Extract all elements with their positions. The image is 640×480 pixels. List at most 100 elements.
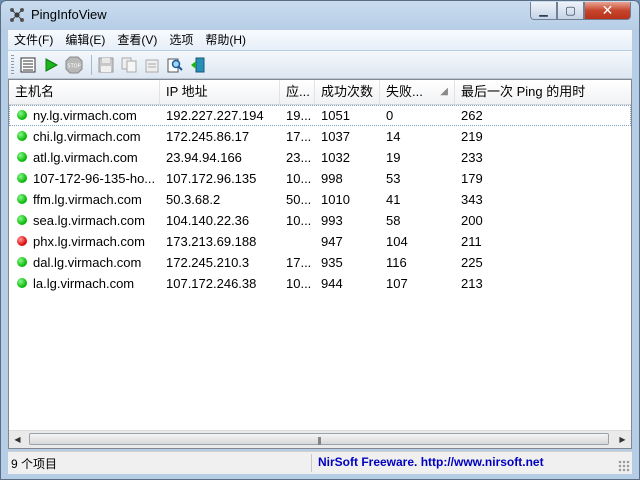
hostname-cell: sea.lg.virmach.com: [33, 213, 145, 228]
ip-cell: 107.172.246.38: [166, 276, 257, 291]
failed-cell: 41: [386, 192, 401, 207]
success-cell: 947: [321, 234, 343, 249]
menu-file[interactable]: 文件(F): [8, 30, 59, 50]
column-header-failed-label: 失败...: [386, 84, 423, 99]
resize-grip-icon[interactable]: [618, 460, 630, 472]
status-bar: 9 个项目 NirSoft Freeware. http://www.nirso…: [8, 451, 632, 474]
menu-bar: 文件(F) 编辑(E) 查看(V) 选项 帮助(H): [8, 30, 632, 50]
app-icon: [10, 8, 24, 22]
success-cell: 1037: [321, 129, 350, 144]
column-header-last-ping[interactable]: 最后一次 Ping 的用时: [455, 80, 631, 104]
table-row[interactable]: la.lg.virmach.com 107.172.246.38 10... 944 1…: [9, 273, 631, 294]
failed-cell: 58: [386, 213, 401, 228]
success-cell: 1010: [321, 192, 350, 207]
table-row[interactable]: 107-172-96-135-ho... 107.172.96.135 10... 9…: [9, 168, 631, 189]
reply-cell: 10...: [286, 276, 312, 291]
reply-cell: 10...: [286, 213, 312, 228]
success-cell: 1032: [321, 150, 350, 165]
maximize-button[interactable]: ▢: [557, 2, 584, 20]
hosts-list[interactable]: 主机名 IP 地址 应... 成功次数 失败... ◢ 最后一次 Ping 的用…: [8, 79, 632, 449]
grip-icon: |||: [317, 436, 321, 445]
table-row[interactable]: ny.lg.virmach.com 192.227.227.194 19... 105…: [9, 105, 631, 126]
menu-options[interactable]: 选项: [163, 30, 199, 50]
save-button[interactable]: [96, 55, 116, 75]
scroll-left-button[interactable]: ◀: [9, 431, 26, 448]
properties-button[interactable]: [142, 55, 162, 75]
column-header-ip[interactable]: IP 地址: [160, 80, 280, 104]
hostname-cell: ny.lg.virmach.com: [33, 108, 137, 123]
svg-text:STOP: STOP: [67, 63, 80, 69]
hostname-cell: phx.lg.virmach.com: [33, 234, 145, 249]
ip-cell: 50.3.68.2: [166, 192, 221, 207]
column-header-success[interactable]: 成功次数: [315, 80, 380, 104]
table-row[interactable]: dal.lg.virmach.com 172.245.210.3 17... 935 1…: [9, 252, 631, 273]
menu-help[interactable]: 帮助(H): [199, 30, 252, 50]
ip-cell: 172.245.86.17: [166, 129, 250, 144]
ip-cell: 104.140.22.36: [166, 213, 250, 228]
table-row[interactable]: sea.lg.virmach.com 104.140.22.36 10... 993 5…: [9, 210, 631, 231]
save-icon: [98, 57, 114, 72]
chevron-left-icon: ◀: [14, 435, 21, 444]
reply-cell: [280, 231, 315, 252]
last-ping-cell: 200: [461, 213, 483, 228]
window-title: PingInfoView: [31, 7, 107, 22]
copy-button[interactable]: [119, 55, 139, 75]
scrollbar-thumb[interactable]: |||: [29, 433, 609, 445]
close-icon: ✕: [601, 2, 614, 18]
ip-cell: 173.213.69.188: [166, 234, 257, 249]
last-ping-cell: 211: [461, 234, 482, 249]
minimize-button[interactable]: ▁: [530, 2, 557, 20]
last-ping-cell: 343: [461, 192, 483, 207]
table-row[interactable]: chi.lg.virmach.com 172.245.86.17 17... 1037…: [9, 126, 631, 147]
menu-edit[interactable]: 编辑(E): [59, 30, 111, 50]
column-header-reply[interactable]: 应...: [280, 80, 315, 104]
item-count: 9 个项目: [11, 457, 58, 471]
success-cell: 944: [321, 276, 343, 291]
hostname-cell: chi.lg.virmach.com: [33, 129, 141, 144]
column-header-failed[interactable]: 失败... ◢: [380, 80, 455, 104]
hostname-cell: 107-172-96-135-ho...: [33, 171, 156, 186]
ip-cell: 107.172.96.135: [166, 171, 257, 186]
horizontal-scrollbar[interactable]: ◀ ||| ▶: [9, 430, 631, 448]
find-icon: [167, 58, 183, 72]
failed-cell: 116: [386, 255, 407, 270]
last-ping-cell: 233: [461, 150, 483, 165]
table-row[interactable]: phx.lg.virmach.com 173.213.69.188 947 104 21…: [9, 231, 631, 252]
success-cell: 993: [321, 213, 343, 228]
close-button[interactable]: ✕: [584, 2, 631, 20]
failed-cell: 14: [386, 129, 401, 144]
copy-icon: [121, 57, 137, 72]
last-ping-cell: 219: [461, 129, 483, 144]
ip-cell: 172.245.210.3: [166, 255, 250, 270]
menu-view[interactable]: 查看(V): [111, 30, 163, 50]
failed-cell: 53: [386, 171, 401, 186]
nirsoft-link[interactable]: NirSoft Freeware. http://www.nirsoft.net: [318, 455, 544, 469]
table-row[interactable]: atl.lg.virmach.com 23.94.94.166 23... 1032 1…: [9, 147, 631, 168]
table-row[interactable]: ffm.lg.virmach.com 50.3.68.2 50... 1010 41 34…: [9, 189, 631, 210]
exit-door-icon: [191, 57, 205, 72]
failed-cell: 0: [386, 108, 394, 123]
last-ping-cell: 262: [461, 108, 483, 123]
scroll-right-button[interactable]: ▶: [614, 431, 631, 448]
stop-button[interactable]: STOP: [64, 55, 84, 75]
reply-cell: 10...: [286, 171, 312, 186]
toolbar-grip[interactable]: [11, 54, 14, 75]
start-button[interactable]: [41, 55, 61, 75]
chevron-right-icon: ▶: [619, 435, 626, 444]
exit-button[interactable]: [188, 55, 208, 75]
column-header-hostname[interactable]: 主机名: [9, 80, 160, 104]
success-cell: 998: [321, 171, 343, 186]
hosts-list-button[interactable]: [18, 55, 38, 75]
title-bar[interactable]: PingInfoView ▁ ▢ ✕: [1, 1, 639, 29]
ip-cell: 23.94.94.166: [166, 150, 242, 165]
hostname-cell: atl.lg.virmach.com: [33, 150, 138, 165]
minimize-icon: ▁: [539, 5, 548, 17]
hostname-cell: ffm.lg.virmach.com: [33, 192, 142, 207]
sort-arrow-icon: ◢: [440, 86, 448, 97]
last-ping-cell: 213: [461, 276, 483, 291]
find-button[interactable]: [165, 55, 185, 75]
success-cell: 935: [321, 255, 343, 270]
toolbar: STOP: [8, 51, 632, 79]
success-cell: 1051: [321, 108, 350, 123]
reply-cell: 23...: [286, 150, 312, 165]
